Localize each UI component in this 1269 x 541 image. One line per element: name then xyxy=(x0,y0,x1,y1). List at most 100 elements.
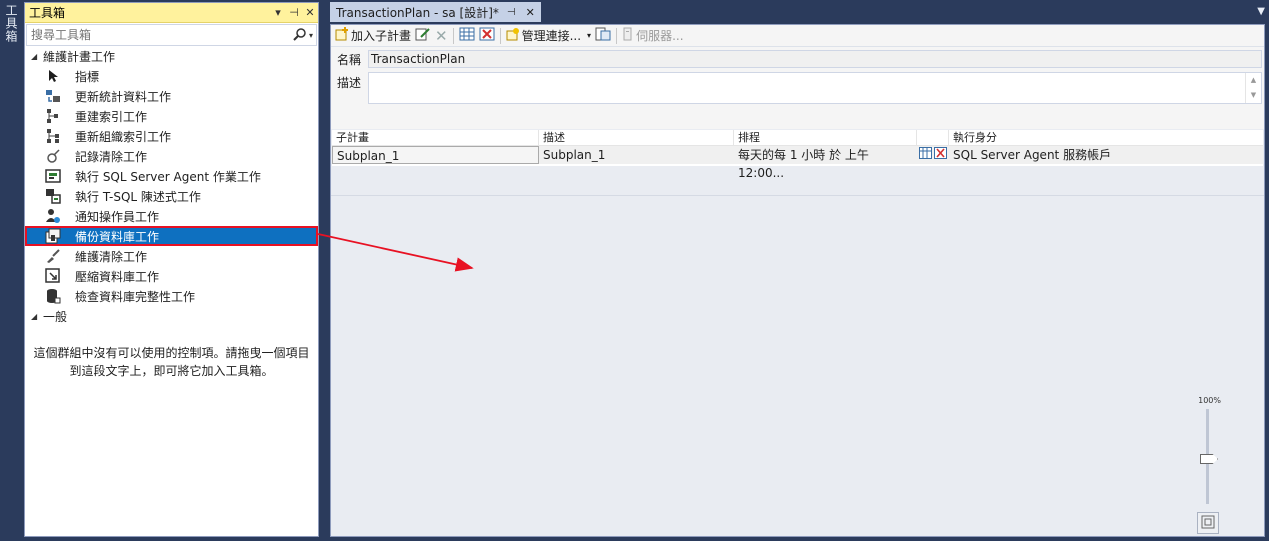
subplan-schedule-button[interactable] xyxy=(457,26,477,46)
tool-item-maintenance-cleanup[interactable]: 維護清除工作 xyxy=(25,246,318,266)
cell-schedule[interactable]: 每天的每 1 小時 於 上午 12:00... xyxy=(734,146,917,180)
toolbox-title-bar: 工具箱 ▾ ⊣ ✕ xyxy=(25,3,318,23)
tool-item-tsql[interactable]: 執行 T-SQL 陳述式工作 xyxy=(25,186,318,206)
tab-title: TransactionPlan - sa [設計]* xyxy=(336,5,499,20)
toolbar-separator xyxy=(499,27,501,44)
remove-schedule-icon[interactable] xyxy=(934,146,947,164)
check-integrity-icon xyxy=(43,288,63,304)
toolbar-separator xyxy=(452,27,454,44)
toolbox-search-box[interactable]: ▾ xyxy=(26,24,317,46)
tool-item-update-statistics[interactable]: 更新統計資料工作 xyxy=(25,86,318,106)
collapse-triangle-icon[interactable]: ◢ xyxy=(31,312,43,321)
zoom-slider-thumb[interactable] xyxy=(1200,454,1218,464)
schedule-icon xyxy=(459,27,475,44)
cell-description[interactable]: Subplan_1 xyxy=(539,146,734,164)
zoom-to-fit-button[interactable] xyxy=(1197,512,1219,534)
toolbox-search-input[interactable] xyxy=(31,28,290,42)
document-tab-strip: TransactionPlan - sa [設計]* ⊣ ✕ ▼ xyxy=(330,2,1269,22)
column-header-description[interactable]: 描述 xyxy=(539,130,734,145)
add-subplan-button[interactable]: 加入子計畫 xyxy=(333,26,413,46)
tool-item-check-integrity[interactable]: 檢查資料庫完整性工作 xyxy=(25,286,318,306)
toolbox-panel: 工具箱 ▾ ⊣ ✕ ▾ ◢ 維護計畫工作 指標 更新統計資料工作 xyxy=(24,2,319,537)
tool-item-rebuild-index[interactable]: 重建索引工作 xyxy=(25,106,318,126)
column-header-run-as[interactable]: 執行身分 xyxy=(949,130,1239,145)
remove-schedule-button[interactable] xyxy=(477,26,497,46)
shrink-database-icon xyxy=(43,268,63,284)
name-field[interactable]: TransactionPlan xyxy=(368,50,1262,68)
chevron-down-icon[interactable]: ▾ xyxy=(587,31,591,40)
tool-item-history-cleanup[interactable]: 記錄清除工作 xyxy=(25,146,318,166)
tool-item-label: 執行 SQL Server Agent 作業工作 xyxy=(75,169,261,184)
auto-hide-pin-icon[interactable]: ⊣ xyxy=(286,6,302,19)
subplan-grid: 子計畫 描述 排程 執行身分 Subplan_1 Subplan_1 每天的每 … xyxy=(332,130,1263,180)
maintenance-plan-designer: 加入子計畫 ✕ 管理連接... ▾ 伺服器... 名稱 TransactionP… xyxy=(330,24,1265,537)
reorganize-index-icon xyxy=(43,128,63,144)
designer-toolbar: 加入子計畫 ✕ 管理連接... ▾ 伺服器... xyxy=(331,25,1264,47)
schedule-calendar-icon[interactable] xyxy=(919,146,932,164)
edit-properties-icon xyxy=(415,27,431,44)
tool-item-notify-operator[interactable]: 通知操作員工作 xyxy=(25,206,318,226)
tool-item-label: 重建索引工作 xyxy=(75,109,148,124)
side-strip: 工具箱 xyxy=(0,0,22,541)
plan-properties: 名稱 TransactionPlan 描述 ▲ ▼ xyxy=(331,47,1264,129)
tool-item-label: 備份資料庫工作 xyxy=(75,229,160,244)
servers-label: 伺服器... xyxy=(636,29,684,43)
tool-item-label: 指標 xyxy=(75,69,100,84)
toolbox-title: 工具箱 xyxy=(29,6,66,20)
reporting-logging-button[interactable] xyxy=(593,26,613,46)
close-tab-icon[interactable]: ✕ xyxy=(526,6,535,19)
tool-item-shrink-database[interactable]: 壓縮資料庫工作 xyxy=(25,266,318,286)
column-header-schedule[interactable]: 排程 xyxy=(734,130,917,145)
delete-subplan-button[interactable]: ✕ xyxy=(433,26,450,46)
description-scrollbar[interactable]: ▲ ▼ xyxy=(1245,73,1261,103)
tool-item-agent-job[interactable]: 執行 SQL Server Agent 作業工作 xyxy=(25,166,318,186)
tool-item-label: 通知操作員工作 xyxy=(75,209,160,224)
servers-icon xyxy=(622,27,634,44)
document-area: TransactionPlan - sa [設計]* ⊣ ✕ ▼ 加入子計畫 ✕ xyxy=(330,2,1269,539)
tool-item-label: 壓縮資料庫工作 xyxy=(75,269,160,284)
rebuild-index-icon xyxy=(43,108,63,124)
fit-to-window-icon xyxy=(1201,515,1215,532)
cell-subplan[interactable]: Subplan_1 xyxy=(332,146,539,164)
cell-run-as[interactable]: SQL Server Agent 服務帳戶 xyxy=(949,146,1239,164)
close-icon[interactable]: ✕ xyxy=(302,6,318,19)
tab-list-dropdown-icon[interactable]: ▼ xyxy=(1257,6,1265,17)
notify-operator-icon xyxy=(43,208,63,224)
manage-connections-button[interactable]: 管理連接... ▾ xyxy=(504,26,593,46)
report-icon xyxy=(595,27,611,44)
search-icon[interactable]: ▾ xyxy=(290,28,316,42)
toolbox-side-tab[interactable]: 工具箱 xyxy=(2,4,20,44)
tab-transaction-plan[interactable]: TransactionPlan - sa [設計]* ⊣ ✕ xyxy=(330,2,541,22)
subplan-properties-button[interactable] xyxy=(413,26,433,46)
grid-header: 子計畫 描述 排程 執行身分 xyxy=(332,130,1263,146)
design-surface[interactable]: 100% xyxy=(331,195,1264,536)
collapse-triangle-icon[interactable]: ◢ xyxy=(31,52,43,61)
update-statistics-icon xyxy=(43,88,63,104)
add-subplan-icon xyxy=(335,27,349,44)
group-header-general[interactable]: ◢ 一般 xyxy=(25,306,318,326)
manage-connections-icon xyxy=(506,27,520,44)
maintenance-cleanup-icon xyxy=(43,248,63,264)
servers-button[interactable]: 伺服器... xyxy=(620,26,685,46)
tool-item-pointer[interactable]: 指標 xyxy=(25,66,318,86)
delete-x-icon: ✕ xyxy=(435,26,448,45)
table-row[interactable]: Subplan_1 Subplan_1 每天的每 1 小時 於 上午 12:00… xyxy=(332,146,1263,180)
column-header-subplan[interactable]: 子計畫 xyxy=(332,130,539,145)
description-field[interactable]: ▲ ▼ xyxy=(368,72,1262,104)
tool-item-label: 維護清除工作 xyxy=(75,249,148,264)
pin-icon[interactable]: ⊣ xyxy=(507,7,516,18)
description-label: 描述 xyxy=(337,76,362,90)
tool-item-backup-database[interactable]: 備份資料庫工作 xyxy=(25,226,318,246)
history-cleanup-icon xyxy=(43,148,63,164)
group-header-maintenance-tasks[interactable]: ◢ 維護計畫工作 xyxy=(25,46,318,66)
tool-item-reorganize-index[interactable]: 重新組織索引工作 xyxy=(25,126,318,146)
cell-schedule-actions xyxy=(917,146,949,164)
pointer-icon xyxy=(43,68,63,84)
group-label: 一般 xyxy=(43,309,68,324)
tool-item-label: 重新組織索引工作 xyxy=(75,129,172,144)
toolbar-separator xyxy=(616,27,618,44)
general-group-empty-message: 這個群組中沒有可以使用的控制項。請拖曳一個項目到這段文字上，即可將它加入工具箱。 xyxy=(33,346,310,378)
maintenance-task-list: 指標 更新統計資料工作 重建索引工作 重新組織索引工作 記錄清除工作 執行 SQ… xyxy=(25,66,318,306)
window-position-dropdown-icon[interactable]: ▾ xyxy=(270,6,286,19)
tool-item-label: 記錄清除工作 xyxy=(75,149,148,164)
